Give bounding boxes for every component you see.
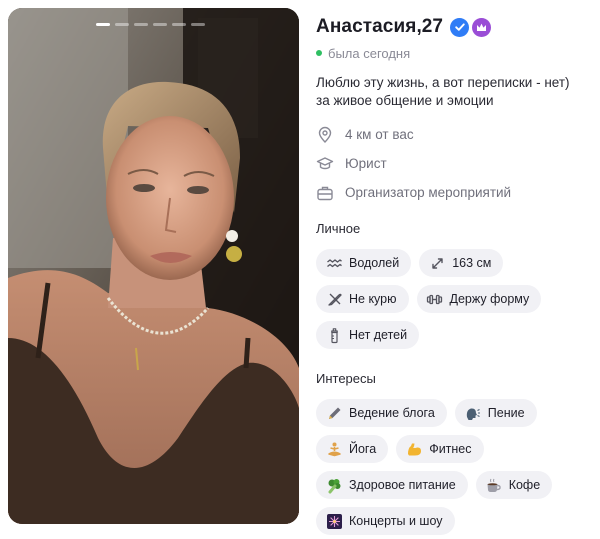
fact-work-text: Организатор мероприятий <box>345 185 512 200</box>
graduation-cap-icon <box>316 156 334 169</box>
chip-label: 163 см <box>452 256 492 270</box>
chip-label: Держу форму <box>449 292 530 306</box>
profile-photo[interactable] <box>8 8 299 524</box>
fireworks-icon <box>325 512 343 530</box>
chip-zodiac[interactable]: Водолей <box>316 249 412 277</box>
chip-interest-yoga[interactable]: Йога <box>316 435 389 463</box>
chip-label: Не курю <box>349 292 397 306</box>
chip-label: Водолей <box>349 256 400 270</box>
aquarius-icon <box>325 254 343 272</box>
chip-fitness[interactable]: Держу форму <box>416 285 542 313</box>
height-arrows-icon <box>428 254 446 272</box>
briefcase-icon <box>317 186 333 200</box>
location-pin-icon <box>318 126 332 143</box>
chip-interest-coffee[interactable]: Кофе <box>475 471 553 499</box>
photo-page-dot[interactable] <box>115 23 129 26</box>
chip-label: Фитнес <box>429 442 472 456</box>
chip-smoking[interactable]: Не курю <box>316 285 409 313</box>
chip-label: Пение <box>487 406 525 420</box>
singing-head-icon <box>464 404 482 422</box>
broccoli-icon <box>325 476 343 494</box>
coffee-icon <box>485 476 503 494</box>
photo-page-dot[interactable] <box>172 23 186 26</box>
profile-photo-image <box>8 8 299 524</box>
premium-crown-icon[interactable] <box>472 17 492 37</box>
verified-check-icon[interactable] <box>450 17 470 37</box>
dumbbell-icon <box>426 290 444 308</box>
photo-pagination <box>96 23 205 26</box>
profile-name: Анастасия <box>316 16 417 37</box>
interests-section-title: Интересы <box>316 371 376 386</box>
photo-page-dot[interactable] <box>134 23 148 26</box>
bio-line: за живое общение и эмоции <box>316 93 494 108</box>
fact-distance: 4 км от вас <box>316 120 596 149</box>
chip-label: Нет детей <box>349 328 408 342</box>
fact-education: Юрист <box>316 149 596 178</box>
flexed-bicep-icon <box>405 440 423 458</box>
profile-info: Анастасия, 27 была сегодня Люблю эту жиз… <box>316 14 596 535</box>
online-status: была сегодня <box>316 45 596 61</box>
chip-interest-blogging[interactable]: Ведение блога <box>316 399 447 427</box>
photo-page-dot[interactable] <box>191 23 205 26</box>
photo-page-dot[interactable] <box>96 23 110 26</box>
bio-line: Люблю эту жизнь, а вот переписки - нет) <box>316 75 570 90</box>
chip-label: Здоровое питание <box>349 478 456 492</box>
chip-interest-concerts[interactable]: Концерты и шоу <box>316 507 455 535</box>
pen-icon <box>325 404 343 422</box>
chip-label: Концерты и шоу <box>349 514 443 528</box>
chip-interest-singing[interactable]: Пение <box>454 399 537 427</box>
photo-page-dot[interactable] <box>153 23 167 26</box>
chip-children[interactable]: Нет детей <box>316 321 420 349</box>
fact-education-text: Юрист <box>345 156 387 171</box>
chip-label: Ведение блога <box>349 406 435 420</box>
fact-work: Организатор мероприятий <box>316 178 596 207</box>
chip-interest-fitness[interactable]: Фитнес <box>396 435 484 463</box>
chip-interest-healthy-food[interactable]: Здоровое питание <box>316 471 468 499</box>
chip-label: Йога <box>349 442 377 456</box>
profile-bio: Люблю эту жизнь, а вот переписки - нет) … <box>316 74 596 110</box>
profile-age: 27 <box>421 16 444 37</box>
chip-label: Кофе <box>508 478 541 492</box>
online-dot-icon <box>316 50 322 56</box>
personal-chips: Водолей 163 см Не курю Держу форму Нет д… <box>316 249 576 349</box>
last-seen-text: была сегодня <box>328 45 411 61</box>
fact-distance-text: 4 км от вас <box>345 127 414 142</box>
personal-section-title: Личное <box>316 221 361 236</box>
profile-facts: 4 км от вас Юрист Организатор мероприяти… <box>316 120 596 207</box>
name-row: Анастасия, 27 <box>316 14 596 40</box>
chip-height[interactable]: 163 см <box>419 249 504 277</box>
no-smoking-icon <box>325 290 343 308</box>
baby-bottle-icon <box>325 326 343 344</box>
interests-chips: Ведение блога Пение Йога Фитнес Здоровое… <box>316 399 576 535</box>
yoga-icon <box>325 440 343 458</box>
